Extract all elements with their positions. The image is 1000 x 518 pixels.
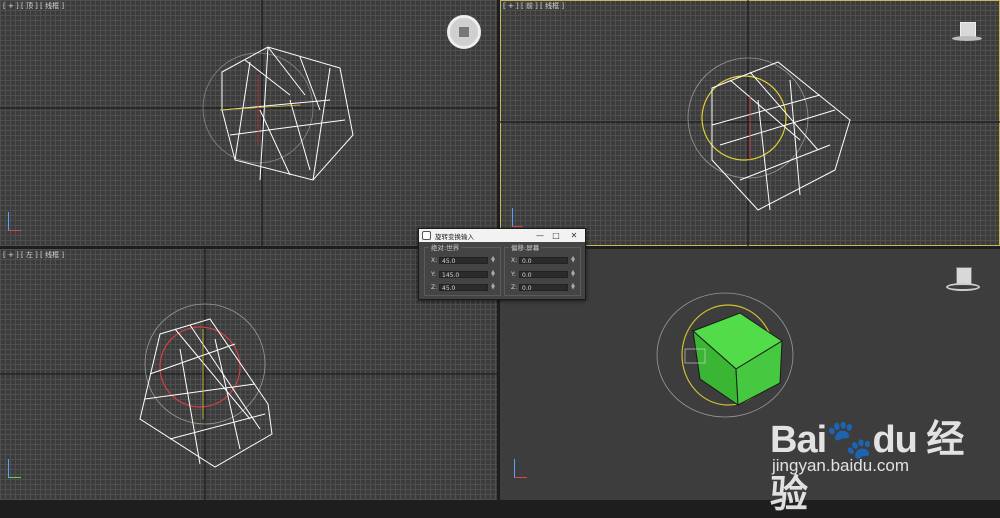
front-wireframe	[500, 0, 1000, 246]
axis-tripod-icon	[8, 459, 21, 478]
minimize-button[interactable]: —	[533, 229, 547, 242]
offset-x-input[interactable]: 0.0	[519, 256, 568, 265]
dialog-app-icon	[422, 231, 431, 240]
spinner-icon[interactable]: ▲ ▼	[490, 255, 496, 264]
spinner-icon[interactable]: ▲ ▼	[490, 282, 496, 291]
dialog-titlebar[interactable]: 旋转变换输入 — □ ✕	[419, 229, 585, 242]
offset-y-input[interactable]: 0.0	[519, 270, 568, 279]
group-title: 偏移:屏幕	[509, 242, 542, 252]
z-label: Z:	[511, 283, 518, 291]
viewcube-icon[interactable]	[447, 15, 481, 49]
offset-x-row: X: 0.0 ▲ ▼	[511, 255, 576, 265]
absolute-y-row: Y: 145.0 ▲ ▼	[431, 269, 496, 279]
spinner-icon[interactable]: ▲ ▼	[570, 269, 576, 278]
absolute-world-group: 绝对:世界 X: 45.0 ▲ ▼ Y: 145.0 ▲ ▼ Z: 45.0 ▲ ▼	[424, 242, 501, 296]
viewcube-icon[interactable]	[946, 267, 980, 297]
spinner-icon[interactable]: ▲ ▼	[490, 269, 496, 278]
absolute-x-row: X: 45.0 ▲ ▼	[431, 255, 496, 265]
viewport-front[interactable]: [ + ] [ 前 ] [ 线框 ]	[500, 0, 1000, 246]
axis-tripod-icon	[8, 212, 21, 231]
rotate-transform-dialog[interactable]: 旋转变换输入 — □ ✕ 绝对:世界 X: 45.0 ▲ ▼ Y: 145.0 ▲…	[418, 228, 586, 300]
absolute-z-row: Z: 45.0 ▲ ▼	[431, 282, 496, 292]
offset-z-row: Z: 0.0 ▲ ▼	[511, 282, 576, 292]
group-title: 绝对:世界	[429, 242, 462, 252]
axis-tripod-icon	[512, 208, 523, 227]
y-label: Y:	[431, 270, 436, 278]
absolute-z-input[interactable]: 45.0	[439, 283, 488, 292]
axis-tripod-icon	[514, 459, 527, 478]
spinner-icon[interactable]: ▲ ▼	[570, 255, 576, 264]
x-label: X:	[431, 256, 438, 264]
offset-z-input[interactable]: 0.0	[519, 283, 568, 292]
dialog-title: 旋转变换输入	[435, 232, 474, 241]
viewport-top[interactable]: [ + ] [ 顶 ] [ 线框 ]	[0, 0, 497, 246]
offset-screen-group: 偏移:屏幕 X: 0.0 ▲ ▼ Y: 0.0 ▲ ▼ Z: 0.0 ▲ ▼	[504, 242, 581, 296]
offset-y-row: Y: 0.0 ▲ ▼	[511, 269, 576, 279]
close-button[interactable]: ✕	[567, 229, 581, 242]
absolute-y-input[interactable]: 145.0	[439, 270, 488, 279]
x-label: X:	[511, 256, 518, 264]
absolute-x-input[interactable]: 45.0	[439, 256, 488, 265]
maximize-button[interactable]: □	[549, 229, 563, 242]
viewcube-icon[interactable]	[952, 22, 982, 44]
z-label: Z:	[431, 283, 438, 291]
spinner-icon[interactable]: ▲ ▼	[570, 282, 576, 291]
y-label: Y:	[511, 270, 516, 278]
top-wireframe	[0, 0, 497, 246]
